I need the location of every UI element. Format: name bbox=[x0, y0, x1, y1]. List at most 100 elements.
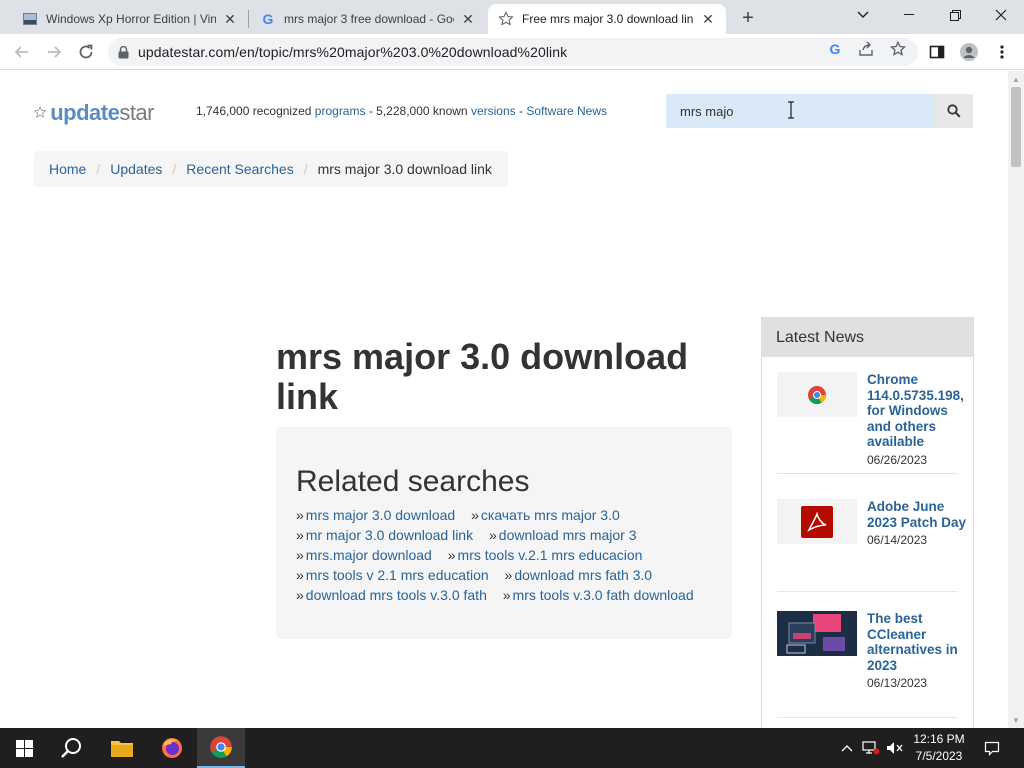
clock-time: 12:16 PM bbox=[913, 732, 965, 746]
latest-news-panel: Latest News Chrome 114.0.5735.198, for W… bbox=[761, 317, 974, 728]
related-link[interactable]: mrs major 3.0 download bbox=[306, 507, 455, 523]
programs-link[interactable]: programs bbox=[315, 104, 366, 118]
related-link[interactable]: mrs.major download bbox=[306, 547, 432, 563]
news-title[interactable]: The best CCleaner alternatives in 2023 bbox=[867, 611, 972, 673]
tab-2[interactable]: G mrs major 3 free download - Goo ✕ bbox=[250, 4, 486, 34]
svg-text:G: G bbox=[830, 41, 841, 57]
breadcrumb-separator: / bbox=[303, 161, 308, 177]
forward-arrow-icon[interactable] bbox=[40, 38, 68, 66]
svg-text:G: G bbox=[263, 11, 274, 27]
scroll-down-arrow-icon[interactable]: ▼ bbox=[1008, 712, 1024, 728]
news-divider bbox=[777, 717, 957, 718]
tray-chevron-up-icon[interactable] bbox=[838, 728, 856, 768]
search-button[interactable] bbox=[934, 94, 973, 128]
related-link[interactable]: download mrs major 3 bbox=[499, 527, 637, 543]
related-link[interactable]: mr major 3.0 download link bbox=[306, 527, 473, 543]
related-row: » mrs major 3.0 download » скачать mrs maj… bbox=[296, 507, 620, 523]
network-icon[interactable] bbox=[860, 728, 882, 768]
clock-date: 7/5/2023 bbox=[915, 749, 963, 763]
search-icon bbox=[946, 104, 961, 118]
related-searches-heading: Related searches bbox=[296, 465, 530, 498]
windows-taskbar: 12:16 PM 7/5/2023 bbox=[0, 728, 1024, 768]
software-news-link[interactable]: Software News bbox=[526, 104, 607, 118]
tab-3-active[interactable]: Free mrs major 3.0 download lin ✕ bbox=[488, 4, 726, 34]
news-title[interactable]: Adobe June 2023 Patch Day bbox=[867, 499, 972, 530]
profile-avatar-icon[interactable] bbox=[955, 38, 983, 66]
windows-start-icon[interactable] bbox=[0, 728, 48, 768]
versions-link[interactable]: versions bbox=[471, 104, 516, 118]
logo-star-icon bbox=[34, 106, 47, 118]
scroll-thumb[interactable] bbox=[1011, 87, 1021, 167]
breadcrumb-updates[interactable]: Updates bbox=[110, 161, 162, 177]
related-link[interactable]: mrs tools v.2.1 mrs educacion bbox=[458, 547, 643, 563]
news-text: Adobe June 2023 Patch Day 06/14/2023 bbox=[867, 499, 972, 547]
news-divider bbox=[777, 591, 957, 592]
tab-strip: Windows Xp Horror Edition | Vin ✕ G mrs … bbox=[0, 0, 1024, 34]
related-link[interactable]: download mrs fath 3.0 bbox=[514, 567, 652, 583]
share-icon[interactable] bbox=[857, 40, 875, 58]
notifications-icon[interactable] bbox=[980, 728, 1004, 768]
close-tab-icon[interactable]: ✕ bbox=[700, 11, 716, 27]
scroll-up-arrow-icon[interactable]: ▲ bbox=[1008, 71, 1024, 87]
image-favicon-icon bbox=[22, 11, 38, 27]
text-cursor-icon bbox=[787, 101, 795, 119]
related-link[interactable]: скачать mrs major 3.0 bbox=[481, 507, 620, 523]
close-window-icon[interactable] bbox=[978, 0, 1024, 30]
breadcrumb-separator: / bbox=[172, 161, 177, 177]
chrome-icon bbox=[777, 372, 857, 417]
close-tab-icon[interactable]: ✕ bbox=[222, 11, 238, 27]
back-arrow-icon[interactable] bbox=[8, 38, 36, 66]
related-row: » mrs tools v 2.1 mrs education » download… bbox=[296, 567, 653, 583]
bookmark-star-icon[interactable] bbox=[889, 40, 907, 58]
url-text: updatestar.com/en/topic/mrs%20major%203.… bbox=[138, 44, 568, 60]
breadcrumb: Home / Updates / Recent Searches / mrs m… bbox=[34, 151, 508, 187]
search-input[interactable] bbox=[666, 94, 934, 128]
breadcrumb-current: mrs major 3.0 download link bbox=[317, 161, 492, 177]
related-link[interactable]: mrs tools v 2.1 mrs education bbox=[306, 567, 489, 583]
taskbar-clock[interactable]: 12:16 PM 7/5/2023 bbox=[900, 731, 978, 765]
related-row: » download mrs tools v.3.0 fath » mrs tool… bbox=[296, 587, 694, 603]
side-panel-icon[interactable] bbox=[923, 38, 951, 66]
page-title: mrs major 3.0 download link bbox=[276, 336, 689, 417]
related-link[interactable]: mrs tools v.3.0 fath download bbox=[513, 587, 694, 603]
close-tab-icon[interactable]: ✕ bbox=[460, 11, 476, 27]
lock-icon[interactable] bbox=[108, 45, 138, 59]
breadcrumb-separator: / bbox=[96, 161, 101, 177]
address-bar[interactable]: updatestar.com/en/topic/mrs%20major%203.… bbox=[108, 38, 918, 66]
news-date: 06/14/2023 bbox=[867, 533, 928, 547]
tab-title: Windows Xp Horror Edition | Vin bbox=[46, 12, 216, 26]
firefox-icon[interactable] bbox=[148, 728, 196, 768]
file-explorer-icon[interactable] bbox=[98, 728, 146, 768]
updatestar-star-icon bbox=[498, 11, 514, 27]
related-searches-panel: Related searches » mrs major 3.0 download… bbox=[276, 427, 732, 639]
tab-1[interactable]: Windows Xp Horror Edition | Vin ✕ bbox=[12, 4, 248, 34]
browser-toolbar: updatestar.com/en/topic/mrs%20major%203.… bbox=[0, 34, 1024, 70]
chrome-taskbar-icon[interactable] bbox=[197, 728, 245, 768]
google-lens-icon[interactable]: G bbox=[826, 40, 844, 58]
tab-title: mrs major 3 free download - Goo bbox=[284, 12, 454, 26]
search-icon[interactable] bbox=[48, 728, 96, 768]
site-stats: 1,746,000 recognized programs - 5,228,00… bbox=[196, 104, 608, 118]
news-divider bbox=[777, 473, 957, 474]
news-title[interactable]: Chrome 114.0.5735.198, for Windows and o… bbox=[867, 372, 972, 450]
tab-search-chevron-icon[interactable] bbox=[840, 0, 886, 30]
related-row: » mr major 3.0 download link » download mr… bbox=[296, 527, 637, 543]
adobe-pdf-icon bbox=[777, 499, 857, 544]
breadcrumb-home[interactable]: Home bbox=[49, 161, 86, 177]
minimize-icon[interactable] bbox=[886, 0, 932, 30]
new-tab-plus-icon[interactable]: + bbox=[736, 6, 760, 30]
news-date: 06/26/2023 bbox=[867, 452, 928, 467]
updatestar-logo[interactable]: updatestar bbox=[34, 91, 154, 135]
screen: Windows Xp Horror Edition | Vin ✕ G mrs … bbox=[0, 0, 1024, 768]
tab-separator bbox=[248, 10, 249, 28]
reload-icon[interactable] bbox=[72, 38, 100, 66]
menu-kebab-icon[interactable] bbox=[988, 38, 1016, 66]
page-scrollbar[interactable]: ▲ ▼ bbox=[1008, 71, 1024, 728]
ccleaner-thumbnail-icon bbox=[777, 611, 857, 656]
restore-icon[interactable] bbox=[932, 0, 978, 30]
related-row: » mrs.major download » mrs tools v.2.1 mrs… bbox=[296, 547, 643, 563]
google-icon: G bbox=[260, 11, 276, 27]
breadcrumb-recent-searches[interactable]: Recent Searches bbox=[186, 161, 293, 177]
related-link[interactable]: download mrs tools v.3.0 fath bbox=[306, 587, 487, 603]
news-text: The best CCleaner alternatives in 2023 0… bbox=[867, 611, 972, 690]
